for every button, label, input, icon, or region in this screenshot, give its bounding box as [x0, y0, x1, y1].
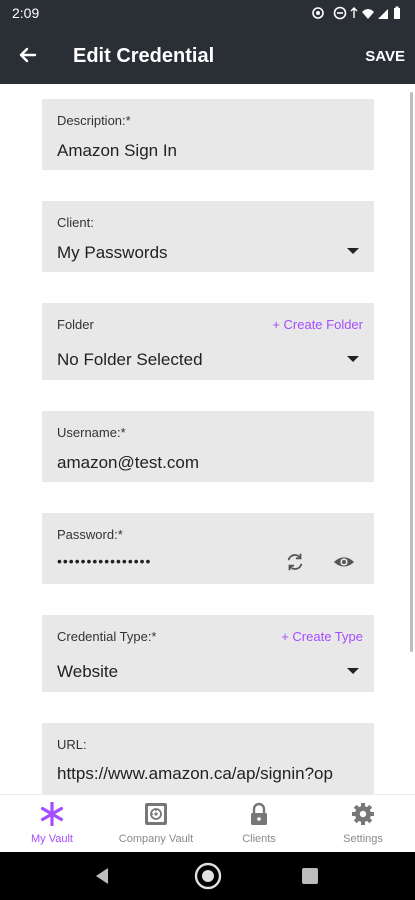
chevron-down-icon[interactable] — [347, 668, 359, 674]
save-button[interactable]: SAVE — [365, 48, 405, 65]
nav-label: My Vault — [31, 833, 73, 845]
back-button[interactable] — [14, 41, 42, 69]
folder-value[interactable]: No Folder Selected — [57, 350, 360, 370]
refresh-icon[interactable] — [284, 551, 306, 573]
create-type-link[interactable]: + Create Type — [281, 629, 363, 644]
password-value[interactable]: •••••••••••••••• — [57, 553, 151, 569]
username-value[interactable]: amazon@test.com — [57, 453, 360, 473]
back-nav-icon — [96, 868, 108, 884]
username-field[interactable]: Username:* amazon@test.com — [42, 411, 374, 482]
create-folder-link[interactable]: + Create Folder — [272, 317, 363, 332]
nav-label: Clients — [242, 833, 276, 845]
lock-icon — [247, 802, 271, 826]
nav-my-vault[interactable]: My Vault — [0, 795, 104, 853]
bottom-navigation: My Vault Company Vault Clients Settings — [0, 794, 415, 852]
description-field[interactable]: Description:* Amazon Sign In — [42, 99, 374, 170]
url-value[interactable]: https://www.amazon.ca/ap/signin?op — [57, 764, 359, 784]
nav-clients[interactable]: Clients — [207, 795, 311, 853]
gear-icon — [351, 802, 375, 826]
status-system-icons — [312, 6, 400, 20]
asterisk-icon — [40, 801, 64, 827]
app-bar: Edit Credential SAVE — [0, 27, 415, 84]
chevron-down-icon[interactable] — [347, 248, 359, 254]
page-title: Edit Credential — [73, 45, 215, 67]
credential-type-label: Credential Type:* — [57, 629, 157, 644]
status-time: 2:09 — [12, 5, 40, 21]
nav-company-vault[interactable]: Company Vault — [104, 795, 208, 853]
username-label: Username:* — [57, 425, 126, 440]
refresh-icon-svg — [287, 553, 303, 571]
url-field[interactable]: URL: https://www.amazon.ca/ap/signin?op — [42, 723, 374, 794]
eye-icon[interactable] — [333, 551, 355, 573]
scrollbar[interactable] — [410, 92, 413, 652]
nav-label: Company Vault — [118, 833, 194, 845]
recents-nav-icon — [302, 868, 318, 884]
client-label: Client: — [57, 215, 94, 230]
url-label: URL: — [57, 737, 87, 752]
nav-settings[interactable]: Settings — [311, 795, 415, 853]
client-select[interactable]: Client: My Passwords — [42, 201, 374, 272]
credential-form[interactable]: Description:* Amazon Sign In Client: My … — [0, 84, 415, 794]
arrow-left-icon — [19, 47, 37, 63]
password-field[interactable]: Password:* •••••••••••••••• — [42, 513, 374, 584]
folder-label: Folder — [57, 317, 94, 332]
system-nav-buttons — [96, 862, 318, 890]
credential-type-value[interactable]: Website — [57, 662, 360, 682]
status-bar: 2:09 — [0, 0, 415, 27]
description-label: Description:* — [57, 113, 131, 128]
system-navigation-bar — [0, 852, 415, 900]
home-nav-icon — [194, 862, 222, 890]
nav-label: Settings — [343, 833, 383, 845]
eye-icon-svg — [333, 557, 355, 567]
client-value[interactable]: My Passwords — [57, 243, 360, 263]
description-value[interactable]: Amazon Sign In — [57, 141, 360, 161]
password-label: Password:* — [57, 527, 123, 542]
folder-select[interactable]: Folder + Create Folder No Folder Selecte… — [42, 303, 374, 380]
credential-type-select[interactable]: Credential Type:* + Create Type Website — [42, 615, 374, 692]
status-icons — [310, 5, 405, 24]
safe-icon — [144, 802, 168, 826]
chevron-down-icon[interactable] — [347, 356, 359, 362]
